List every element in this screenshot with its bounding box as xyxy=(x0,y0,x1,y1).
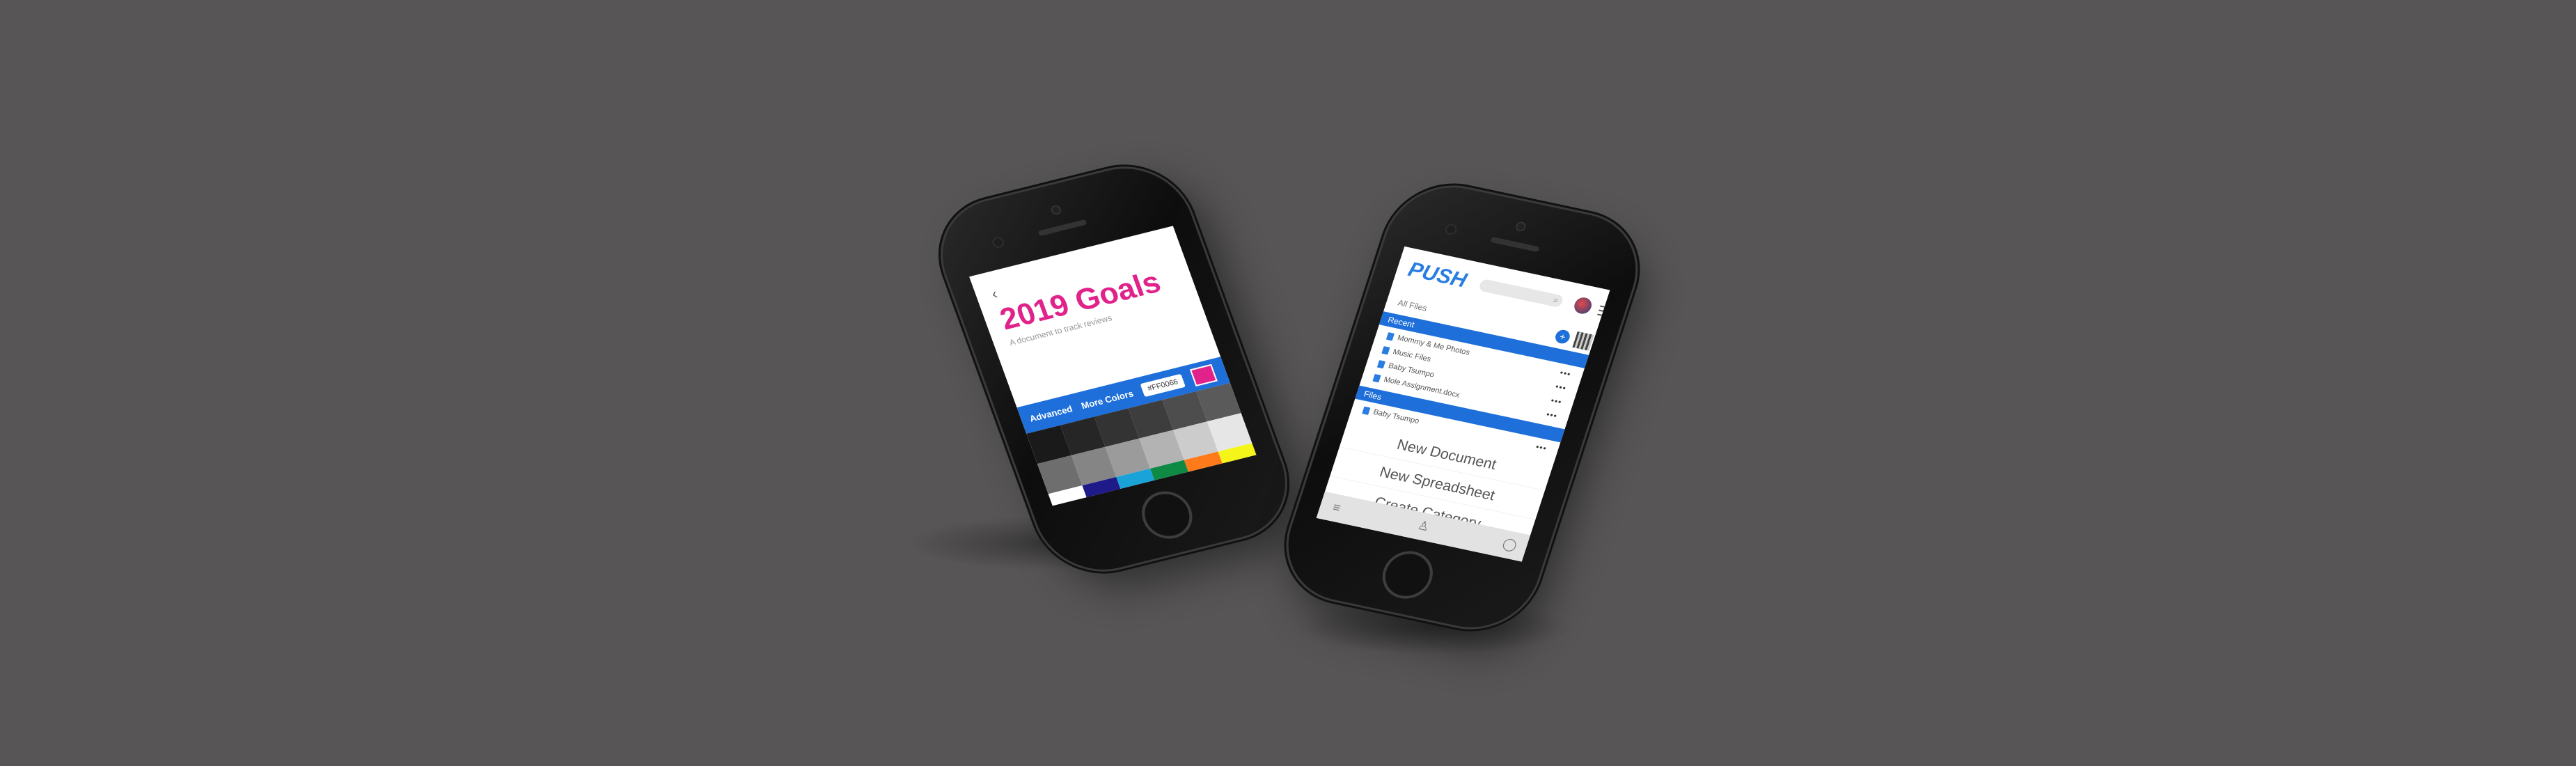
search-input[interactable]: ⌕ xyxy=(1478,278,1564,308)
file-icon xyxy=(1381,345,1390,354)
camera xyxy=(1051,205,1061,214)
front-sensor xyxy=(1445,224,1456,235)
qr-code-icon[interactable] xyxy=(1572,331,1594,351)
home-button[interactable] xyxy=(1379,549,1436,600)
search-icon: ⌕ xyxy=(1552,295,1560,306)
more-options-icon[interactable]: ••• xyxy=(1554,382,1568,393)
more-colors-tab[interactable]: More Colors xyxy=(1080,388,1135,411)
add-button[interactable]: + xyxy=(1553,328,1572,345)
file-icon xyxy=(1372,373,1381,382)
more-options-icon[interactable]: ••• xyxy=(1534,441,1548,453)
more-options-icon[interactable]: ••• xyxy=(1545,409,1559,421)
file-icon xyxy=(1376,359,1386,368)
left-phone-screen: ‹ 2019 Goals A document to track reviews… xyxy=(969,226,1257,506)
right-phone: PUSH ⌕ ☰ All Files + Recent Mommy & Me P… xyxy=(1272,175,1652,639)
file-icon xyxy=(1385,331,1395,341)
right-phone-screen: PUSH ⌕ ☰ All Files + Recent Mommy & Me P… xyxy=(1316,246,1610,562)
color-swatch[interactable] xyxy=(1195,481,1241,506)
color-swatch[interactable] xyxy=(1229,473,1257,506)
list-icon[interactable]: ≡ xyxy=(1330,500,1343,515)
color-swatch[interactable] xyxy=(1240,503,1257,506)
speaker xyxy=(1037,219,1087,237)
user-icon[interactable]: ♙ xyxy=(1415,518,1431,534)
advanced-tab[interactable]: Advanced xyxy=(1028,403,1074,423)
avatar[interactable] xyxy=(1572,295,1594,315)
app-header: PUSH ⌕ ☰ xyxy=(1391,246,1610,330)
chat-icon[interactable]: ◯ xyxy=(1500,536,1519,553)
selected-color-swatch[interactable] xyxy=(1189,364,1218,386)
more-options-icon[interactable]: ••• xyxy=(1559,368,1573,380)
front-sensor xyxy=(992,237,1004,248)
file-icon xyxy=(1362,406,1371,415)
menu-icon[interactable]: ☰ xyxy=(1595,302,1610,322)
hex-color-input[interactable]: #FF0066 xyxy=(1140,373,1186,398)
all-files-label[interactable]: All Files xyxy=(1397,298,1429,313)
camera xyxy=(1516,222,1525,231)
back-icon[interactable]: ‹ xyxy=(989,285,1000,303)
home-button[interactable] xyxy=(1138,489,1196,541)
push-logo: PUSH xyxy=(1405,258,1470,292)
more-options-icon[interactable]: ••• xyxy=(1550,396,1564,407)
speaker xyxy=(1490,236,1540,253)
